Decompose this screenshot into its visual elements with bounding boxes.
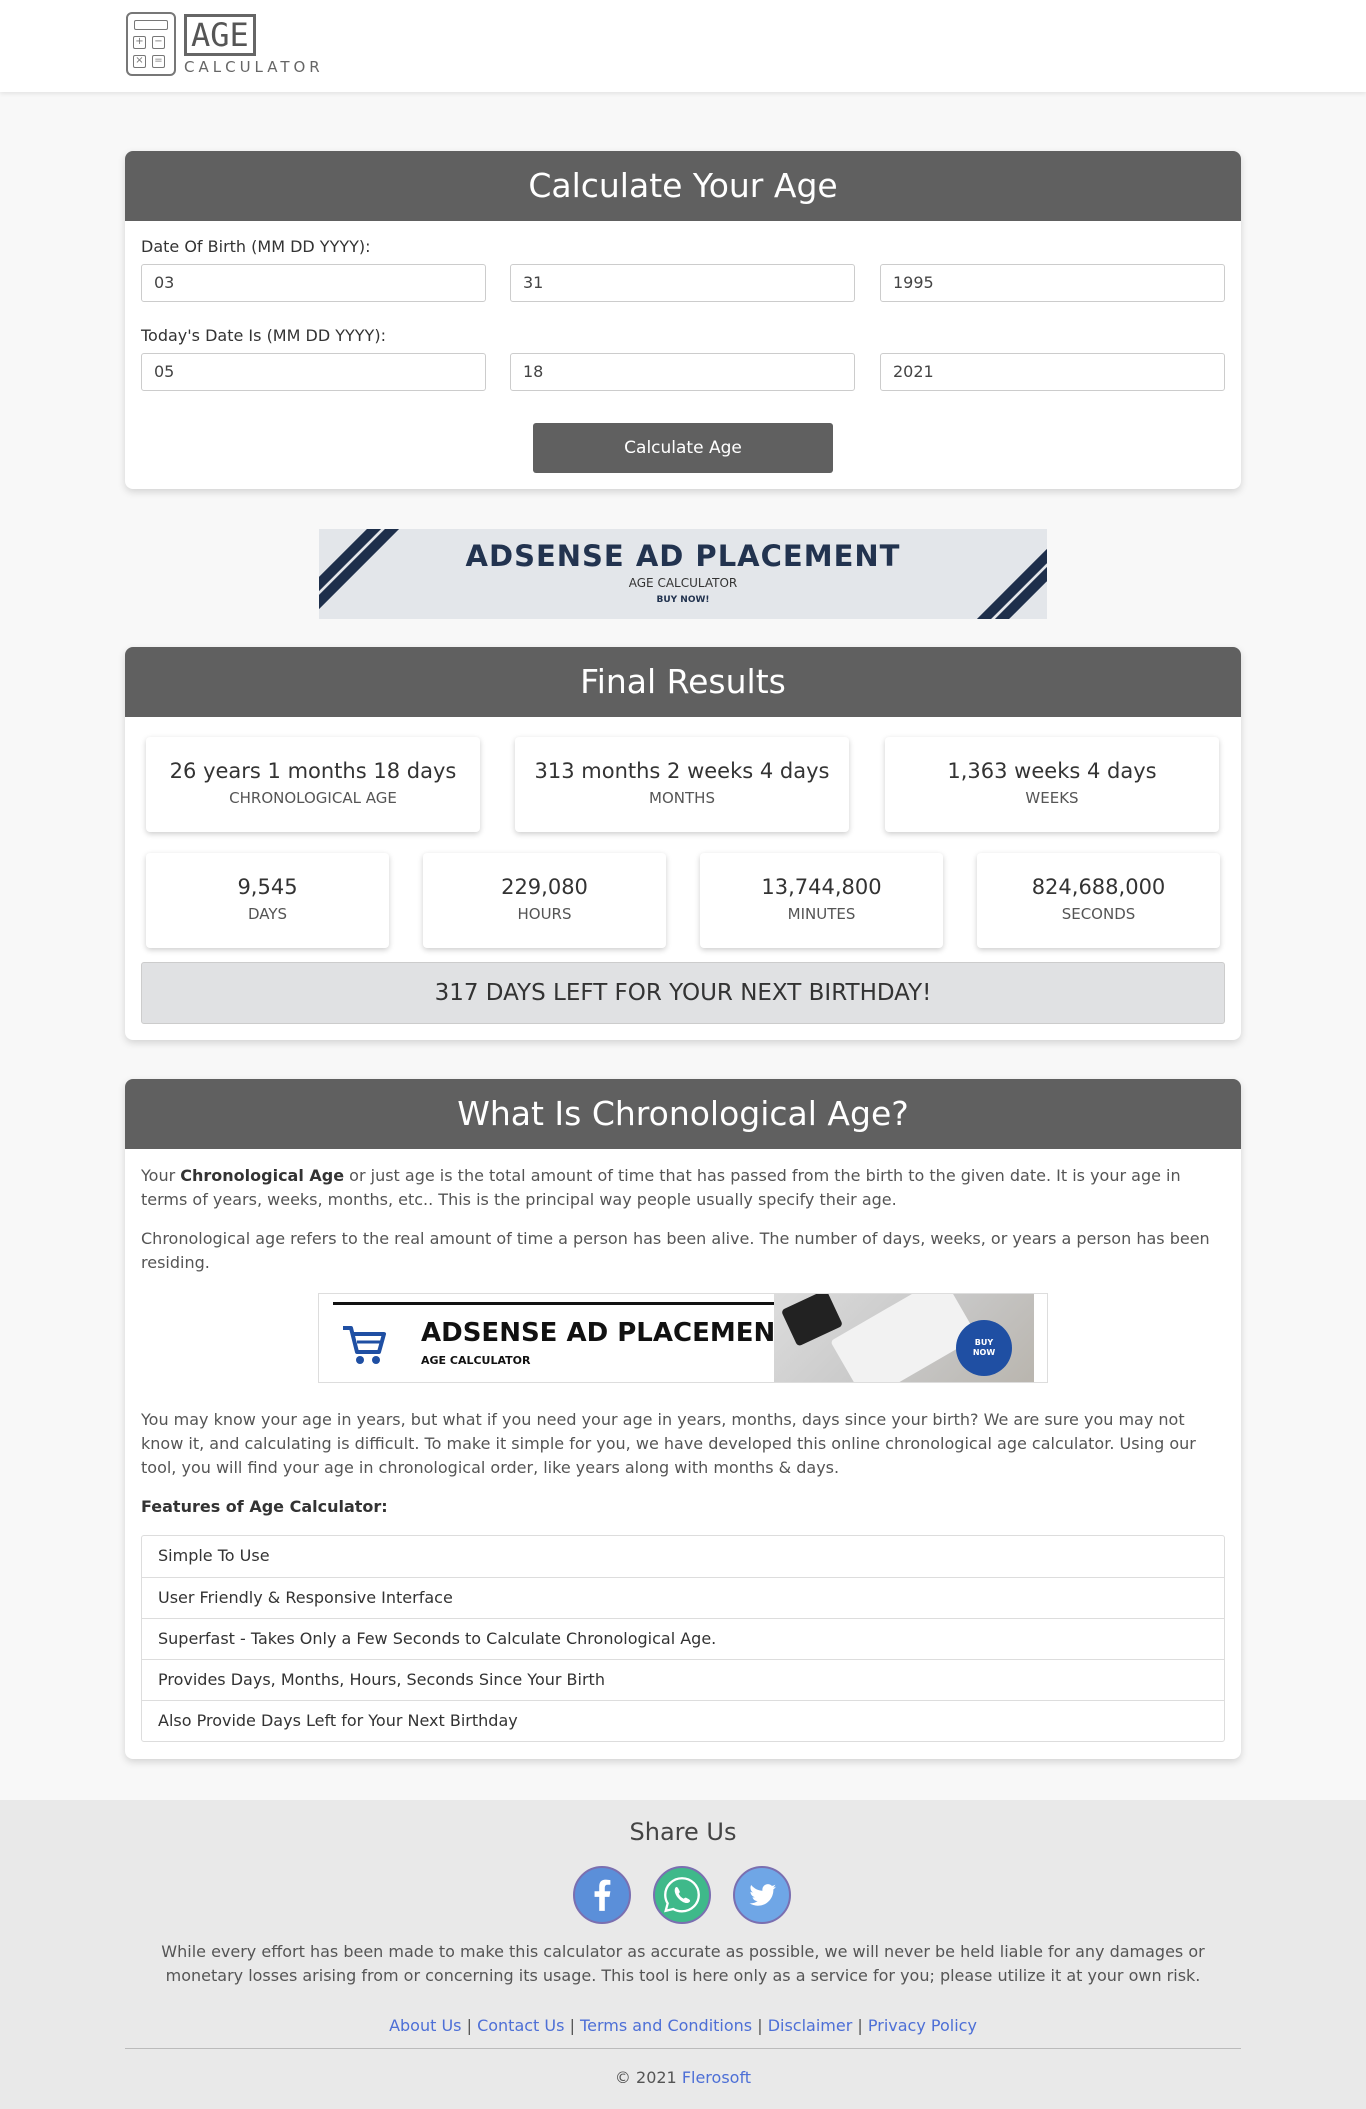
result-label: DAYS bbox=[247, 905, 288, 923]
list-item: Also Provide Days Left for Your Next Bir… bbox=[142, 1700, 1224, 1741]
site-header: + − × = AGE CALCULATOR bbox=[0, 0, 1366, 92]
article-paragraph-1: Your Chronological Age or just age is th… bbox=[141, 1166, 1181, 1209]
result-hours: 229,080 HOURS bbox=[423, 853, 666, 948]
ad-banner-top[interactable]: ADSENSE AD PLACEMENT AGE CALCULATOR BUY … bbox=[319, 529, 1047, 619]
result-value: 13,744,800 bbox=[761, 875, 882, 899]
today-month-input[interactable]: 05 bbox=[141, 353, 486, 391]
ad-banner-middle[interactable]: ADSENSE AD PLACEMENT AGE CALCULATOR BUY N… bbox=[318, 1293, 1048, 1383]
today-day-input[interactable]: 18 bbox=[510, 353, 855, 391]
footer-link-privacy[interactable]: Privacy Policy bbox=[868, 2016, 977, 2035]
result-label: MINUTES bbox=[787, 905, 856, 923]
result-value: 229,080 bbox=[501, 875, 588, 899]
next-birthday-banner: 317 DAYS LEFT FOR YOUR NEXT BIRTHDAY! bbox=[141, 962, 1225, 1024]
logo-subtitle: CALCULATOR bbox=[184, 58, 324, 76]
ad-subtitle: AGE CALCULATOR bbox=[421, 1354, 531, 1367]
features-list: Simple To Use User Friendly & Responsive… bbox=[141, 1535, 1225, 1742]
whatsapp-icon[interactable] bbox=[653, 1866, 711, 1924]
calculate-age-button[interactable]: Calculate Age bbox=[533, 423, 833, 473]
footer-link-terms[interactable]: Terms and Conditions bbox=[580, 2016, 752, 2035]
list-item: Provides Days, Months, Hours, Seconds Si… bbox=[142, 1659, 1224, 1700]
features-title: Features of Age Calculator: bbox=[141, 1497, 388, 1516]
article-title: What Is Chronological Age? bbox=[125, 1079, 1241, 1149]
twitter-icon[interactable] bbox=[733, 1866, 791, 1924]
site-logo[interactable]: + − × = AGE CALCULATOR bbox=[126, 12, 326, 78]
result-label: WEEKS bbox=[1025, 789, 1079, 807]
share-title: Share Us bbox=[629, 1818, 737, 1846]
ad-buy-now-badge: BUY NOW bbox=[956, 1320, 1012, 1376]
dob-label: Date Of Birth (MM DD YYYY): bbox=[141, 237, 371, 256]
footer-disclaimer: While every effort has been made to make… bbox=[161, 1942, 1205, 1985]
today-year-input[interactable]: 2021 bbox=[880, 353, 1225, 391]
result-value: 1,363 weeks 4 days bbox=[947, 759, 1157, 783]
today-label: Today's Date Is (MM DD YYYY): bbox=[141, 326, 386, 345]
result-label: SECONDS bbox=[1061, 905, 1136, 923]
site-footer: Share Us While every effort has been mad… bbox=[0, 1800, 1366, 2109]
calculator-title: Calculate Your Age bbox=[125, 151, 1241, 221]
cart-icon bbox=[343, 1326, 386, 1364]
list-item: Simple To Use bbox=[158, 1546, 270, 1565]
result-value: 26 years 1 months 18 days bbox=[169, 759, 457, 783]
result-minutes: 13,744,800 MINUTES bbox=[700, 853, 943, 948]
dob-month-input[interactable]: 03 bbox=[141, 264, 486, 302]
result-months: 313 months 2 weeks 4 days MONTHS bbox=[515, 737, 849, 832]
ad-headline: ADSENSE AD PLACEMENT bbox=[465, 539, 901, 573]
list-item: Superfast - Takes Only a Few Seconds to … bbox=[142, 1618, 1224, 1659]
calculator-card: Calculate Your Age Date Of Birth (MM DD … bbox=[125, 151, 1241, 489]
result-weeks: 1,363 weeks 4 days WEEKS bbox=[885, 737, 1219, 832]
result-days: 9,545 DAYS bbox=[146, 853, 389, 948]
article-card: What Is Chronological Age? Your Chronolo… bbox=[125, 1079, 1241, 1759]
ad-subtitle: AGE CALCULATOR bbox=[628, 576, 738, 590]
article-paragraph-3: You may know your age in years, but what… bbox=[141, 1410, 1196, 1477]
chronological-age-term: Chronological Age bbox=[180, 1166, 345, 1185]
footer-link-contact[interactable]: Contact Us bbox=[477, 2016, 564, 2035]
dob-day-input[interactable]: 31 bbox=[510, 264, 855, 302]
result-label: MONTHS bbox=[649, 789, 715, 807]
footer-links: About Us | Contact Us | Terms and Condit… bbox=[389, 2016, 977, 2035]
result-value: 9,545 bbox=[237, 875, 298, 899]
result-value: 824,688,000 bbox=[1031, 875, 1166, 899]
result-seconds: 824,688,000 SECONDS bbox=[977, 853, 1220, 948]
article-paragraph-2: Chronological age refers to the real amo… bbox=[141, 1229, 1210, 1272]
result-label: CHRONOLOGICAL AGE bbox=[229, 789, 397, 807]
footer-link-about[interactable]: About Us bbox=[389, 2016, 461, 2035]
calculator-logo-icon: + − × = bbox=[126, 12, 176, 76]
ad-headline: ADSENSE AD PLACEMENT bbox=[421, 1318, 793, 1348]
dob-year-input[interactable]: 1995 bbox=[880, 264, 1225, 302]
ad-cta: BUY NOW! bbox=[656, 595, 710, 605]
footer-copyright: © 2021 Flerosoft bbox=[614, 2068, 752, 2087]
footer-link-disclaimer[interactable]: Disclaimer bbox=[768, 2016, 853, 2035]
result-value: 313 months 2 weeks 4 days bbox=[534, 759, 830, 783]
list-item: User Friendly & Responsive Interface bbox=[142, 1577, 1224, 1618]
results-title: Final Results bbox=[125, 647, 1241, 717]
footer-brand-link[interactable]: Flerosoft bbox=[682, 2068, 751, 2087]
result-label: HOURS bbox=[517, 905, 572, 923]
logo-word: AGE bbox=[184, 14, 256, 56]
footer-divider bbox=[125, 2048, 1241, 2049]
facebook-icon[interactable] bbox=[573, 1866, 631, 1924]
result-chronological-age: 26 years 1 months 18 days CHRONOLOGICAL … bbox=[146, 737, 480, 832]
results-card: Final Results 26 years 1 months 18 days … bbox=[125, 647, 1241, 1040]
